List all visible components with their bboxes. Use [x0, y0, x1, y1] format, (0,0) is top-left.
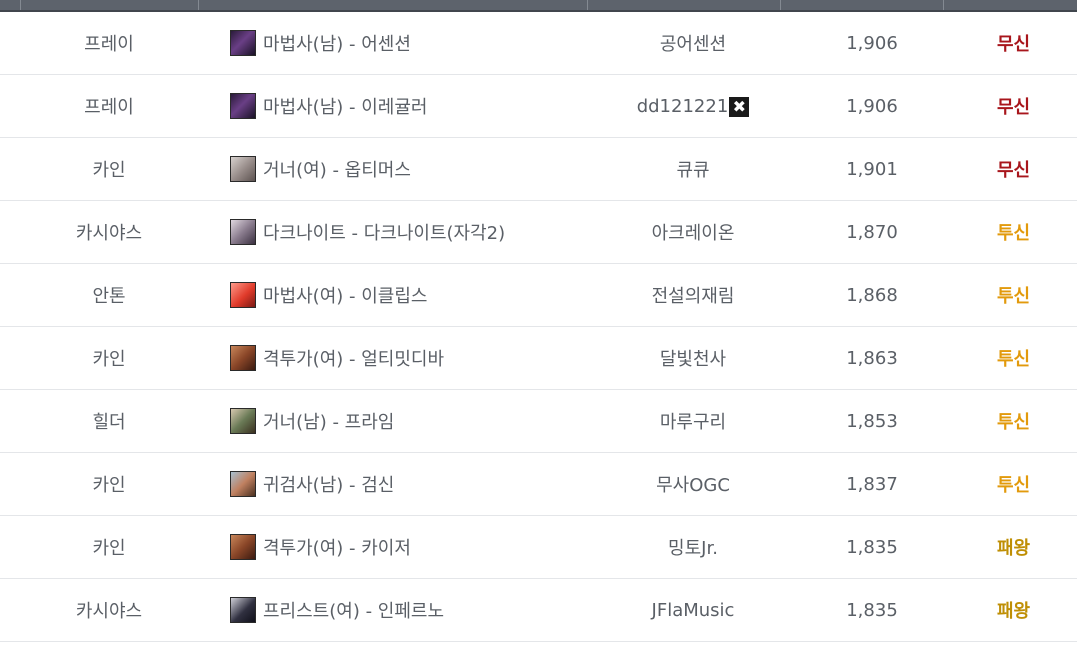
server-cell: 프레이: [0, 74, 218, 138]
character-name[interactable]: 아크레이온: [652, 223, 735, 244]
table-row[interactable]: 카인 격투가(여) - 얼티밋디바 달빛천사 1,863 투신: [0, 326, 1077, 390]
grade-badge: 무신: [950, 74, 1077, 138]
character-name[interactable]: 무사OGC: [656, 475, 730, 496]
score-cell: 1,870: [794, 200, 950, 264]
character-name[interactable]: 전설의재림: [652, 286, 735, 307]
server-cell: 카시야스: [0, 578, 218, 642]
job-cell: 격투가(여) - 카이저: [218, 515, 592, 579]
character-name-cell[interactable]: 달빛천사: [592, 326, 794, 390]
server-cell: 힐더: [0, 389, 218, 453]
header-divider: [587, 0, 588, 10]
job-cell: 다크나이트 - 다크나이트(자각2): [218, 200, 592, 264]
score-cell: 1,853: [794, 389, 950, 453]
table-row[interactable]: 카인 귀검사(남) - 검신 무사OGC 1,837 투신: [0, 452, 1077, 516]
character-name-cell[interactable]: 무사OGC: [592, 452, 794, 516]
character-name[interactable]: 공어센션: [660, 34, 726, 55]
job-cell: 마법사(남) - 어센션: [218, 12, 592, 75]
character-portrait-icon: [230, 30, 256, 56]
grade-badge: 투신: [950, 326, 1077, 390]
character-portrait-icon: [230, 282, 256, 308]
header-divider: [20, 0, 21, 10]
character-portrait-icon: [230, 408, 256, 434]
character-portrait-icon: [230, 93, 256, 119]
grade-badge: 무신: [950, 137, 1077, 201]
character-portrait-icon: [230, 471, 256, 497]
server-cell: 카인: [0, 137, 218, 201]
job-label: 마법사(남) - 이레귤러: [263, 97, 428, 118]
table-row[interactable]: 프레이 마법사(남) - 이레귤러 dd121221 ✖ 1,906 무신: [0, 74, 1077, 138]
job-label: 격투가(여) - 카이저: [263, 538, 411, 559]
header-divider: [198, 0, 199, 10]
character-name[interactable]: 큐큐: [676, 160, 709, 181]
ranking-table: 프레이 마법사(남) - 어센션 공어센션 1,906 무신 프레이 마법사(남) - 이레…: [0, 12, 1077, 642]
server-cell: 카인: [0, 452, 218, 516]
job-label: 격투가(여) - 얼티밋디바: [263, 349, 445, 370]
crossed-swords-icon: ✖: [729, 96, 750, 117]
ranking-table-body: 프레이 마법사(남) - 어센션 공어센션 1,906 무신 프레이 마법사(남) - 이레…: [0, 12, 1077, 642]
character-portrait-icon: [230, 597, 256, 623]
character-name[interactable]: dd121221: [637, 96, 729, 117]
grade-badge: 투신: [950, 389, 1077, 453]
table-row[interactable]: 카인 격투가(여) - 카이저 밍토Jr. 1,835 패왕: [0, 515, 1077, 579]
score-cell: 1,906: [794, 74, 950, 138]
character-name[interactable]: 달빛천사: [660, 349, 726, 370]
character-name-cell[interactable]: 밍토Jr.: [592, 515, 794, 579]
character-name-cell[interactable]: 전설의재림: [592, 263, 794, 327]
table-row[interactable]: 힐더 거너(남) - 프라임 마루구리 1,853 투신: [0, 389, 1077, 453]
score-cell: 1,901: [794, 137, 950, 201]
grade-badge: 투신: [950, 200, 1077, 264]
job-cell: 프리스트(여) - 인페르노: [218, 578, 592, 642]
job-cell: 귀검사(남) - 검신: [218, 452, 592, 516]
job-cell: 마법사(남) - 이레귤러: [218, 74, 592, 138]
job-cell: 마법사(여) - 이클립스: [218, 263, 592, 327]
server-cell: 안톤: [0, 263, 218, 327]
character-name-cell[interactable]: 마루구리: [592, 389, 794, 453]
character-portrait-icon: [230, 345, 256, 371]
grade-badge: 패왕: [950, 578, 1077, 642]
score-cell: 1,835: [794, 578, 950, 642]
grade-badge: 투신: [950, 452, 1077, 516]
job-cell: 거너(여) - 옵티머스: [218, 137, 592, 201]
character-name-cell[interactable]: JFlaMusic: [592, 578, 794, 642]
job-label: 마법사(남) - 어센션: [263, 34, 411, 55]
score-cell: 1,835: [794, 515, 950, 579]
grade-badge: 투신: [950, 263, 1077, 327]
header-divider: [780, 0, 781, 10]
job-label: 거너(남) - 프라임: [263, 412, 395, 433]
table-row[interactable]: 안톤 마법사(여) - 이클립스 전설의재림 1,868 투신: [0, 263, 1077, 327]
character-portrait-icon: [230, 219, 256, 245]
grade-badge: 무신: [950, 12, 1077, 75]
score-cell: 1,868: [794, 263, 950, 327]
table-row[interactable]: 카인 거너(여) - 옵티머스 큐큐 1,901 무신: [0, 137, 1077, 201]
character-name[interactable]: 마루구리: [660, 412, 726, 433]
job-label: 프리스트(여) - 인페르노: [263, 601, 445, 622]
job-label: 귀검사(남) - 검신: [263, 475, 395, 496]
job-cell: 거너(남) - 프라임: [218, 389, 592, 453]
table-row[interactable]: 프레이 마법사(남) - 어센션 공어센션 1,906 무신: [0, 12, 1077, 75]
character-name-cell[interactable]: 아크레이온: [592, 200, 794, 264]
job-label: 거너(여) - 옵티머스: [263, 160, 411, 181]
score-cell: 1,837: [794, 452, 950, 516]
table-row[interactable]: 카시야스 프리스트(여) - 인페르노 JFlaMusic 1,835 패왕: [0, 578, 1077, 642]
table-header-bar: [0, 0, 1077, 12]
server-cell: 프레이: [0, 12, 218, 75]
character-portrait-icon: [230, 156, 256, 182]
job-cell: 격투가(여) - 얼티밋디바: [218, 326, 592, 390]
server-cell: 카시야스: [0, 200, 218, 264]
character-name-cell[interactable]: 공어센션: [592, 12, 794, 75]
grade-badge: 패왕: [950, 515, 1077, 579]
character-portrait-icon: [230, 534, 256, 560]
character-name-cell[interactable]: dd121221 ✖: [592, 74, 794, 138]
server-cell: 카인: [0, 326, 218, 390]
character-name[interactable]: JFlaMusic: [652, 600, 735, 621]
character-name[interactable]: 밍토Jr.: [668, 538, 718, 559]
job-label: 다크나이트 - 다크나이트(자각2): [263, 223, 506, 244]
job-label: 마법사(여) - 이클립스: [263, 286, 428, 307]
score-cell: 1,906: [794, 12, 950, 75]
table-row[interactable]: 카시야스 다크나이트 - 다크나이트(자각2) 아크레이온 1,870 투신: [0, 200, 1077, 264]
server-cell: 카인: [0, 515, 218, 579]
score-cell: 1,863: [794, 326, 950, 390]
character-name-cell[interactable]: 큐큐: [592, 137, 794, 201]
header-divider: [943, 0, 944, 10]
